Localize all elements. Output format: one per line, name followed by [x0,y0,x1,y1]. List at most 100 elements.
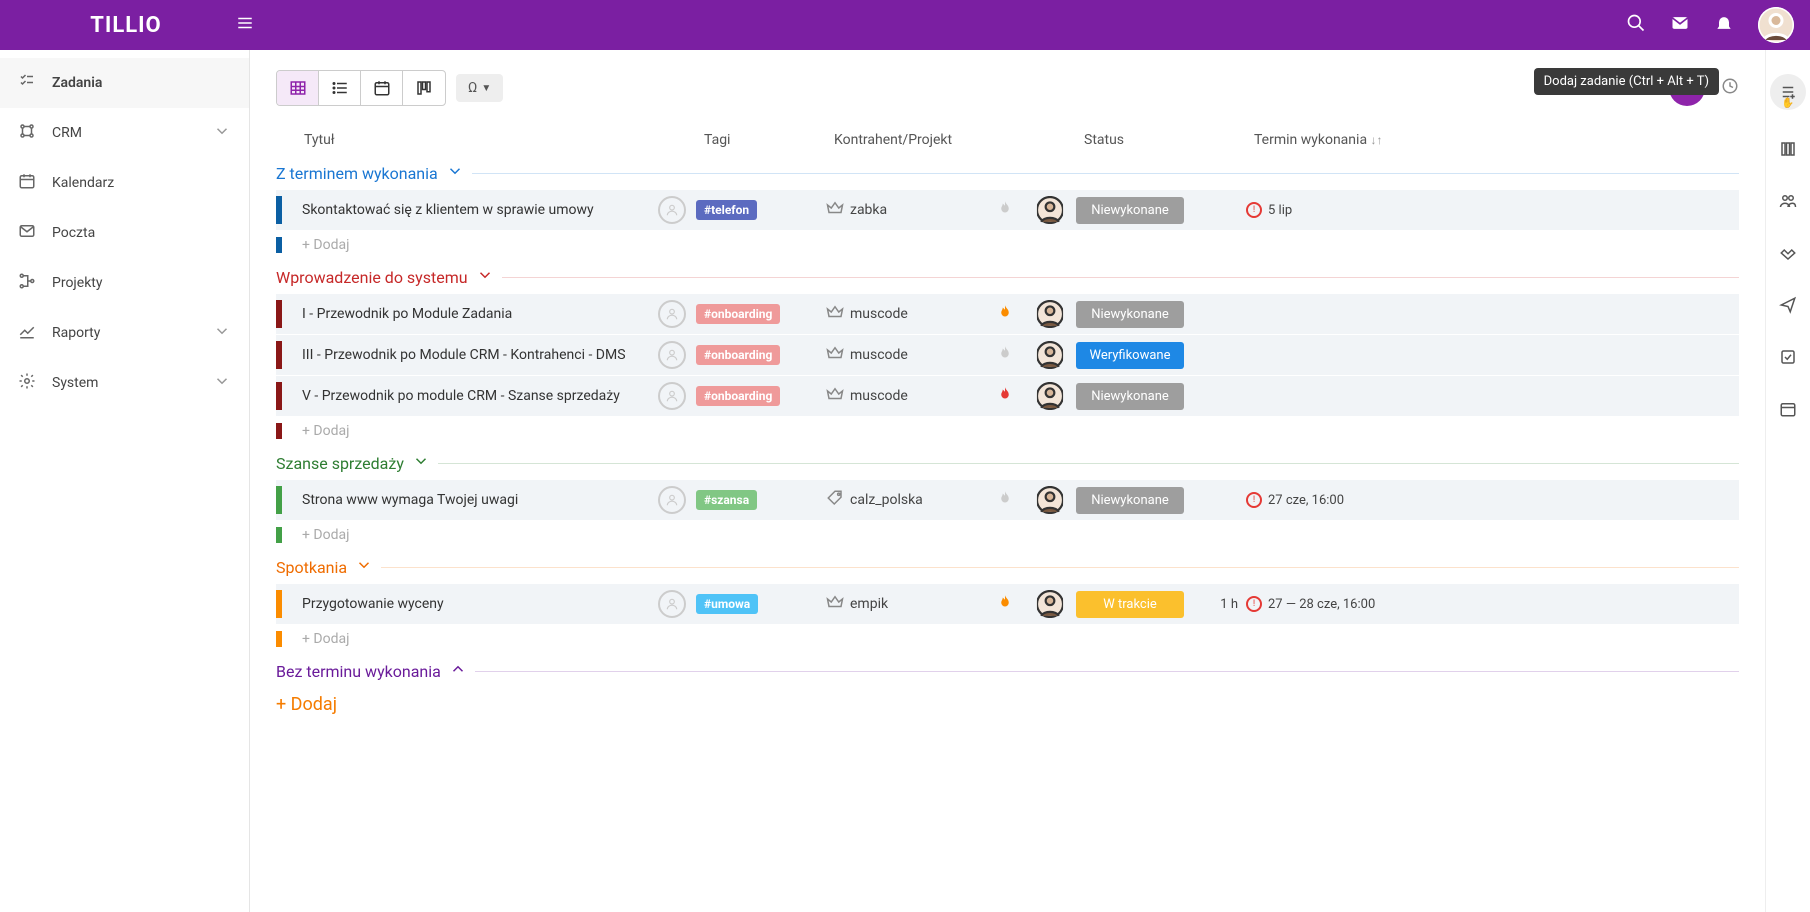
add-task-label: + Dodaj [302,527,696,543]
assignee-avatar[interactable] [1036,300,1064,328]
col-header-due[interactable]: Termin wykonania ↓↑ [1254,132,1719,148]
task-status[interactable]: Niewykonane [1076,197,1184,224]
calendar-icon [18,172,36,194]
group-title: Z terminem wykonania [276,164,438,183]
col-header-tags[interactable]: Tagi [704,132,834,148]
task-row[interactable]: III - Przewodnik po Module CRM - Kontrah… [276,335,1739,376]
group-header[interactable]: Szanse sprzedaży [276,446,1739,480]
task-row[interactable]: Przygotowanie wyceny#umowaempikW trakcie… [276,584,1739,625]
tasks-icon [18,72,36,94]
task-title: Strona www wymaga Twojej uwagi [302,492,518,508]
projects-icon [18,272,36,294]
task-title: Przygotowanie wyceny [302,596,444,612]
task-tag[interactable]: #onboarding [696,304,780,324]
task-row[interactable]: V - Przewodnik po module CRM - Szanse sp… [276,376,1739,417]
task-tag[interactable]: #telefon [696,200,757,220]
add-task-row[interactable]: + Dodaj [276,625,1739,654]
send-icon[interactable] [1779,296,1797,318]
task-tag[interactable]: #onboarding [696,345,780,365]
add-task-label: + Dodaj [302,237,696,253]
person-circle-icon[interactable] [658,300,686,328]
person-circle-icon[interactable] [658,382,686,410]
toolbar: Ω ▼ Dodaj zadanie (Ctrl + Alt + T) + [276,70,1739,106]
sidebar-item-raporty[interactable]: Raporty [0,308,249,358]
view-list-icon[interactable] [319,71,361,105]
person-circle-icon[interactable] [658,196,686,224]
filter-omega-button[interactable]: Ω ▼ [456,74,503,102]
crown-icon [826,344,844,366]
handshake-icon[interactable] [1779,244,1797,266]
library-icon[interactable] [1779,140,1797,162]
group-title: Szanse sprzedaży [276,454,404,473]
view-table-icon[interactable] [277,71,319,105]
contractor-name: muscode [850,347,908,363]
task-title: V - Przewodnik po module CRM - Szanse sp… [302,388,620,404]
settings-icon [18,372,36,394]
mail-icon[interactable] [1670,13,1690,37]
caret-down-icon: ▼ [481,83,491,94]
add-task-row[interactable]: + Dodaj [276,521,1739,550]
view-calendar-icon[interactable] [361,71,403,105]
add-task-row[interactable]: + Dodaj [276,417,1739,446]
fire-icon [996,205,1014,221]
sidebar-item-system[interactable]: System [0,358,249,408]
task-row[interactable]: I - Przewodnik po Module Zadania#onboard… [276,294,1739,335]
calendar-rail-icon[interactable] [1779,400,1797,422]
brand-logo: TILLIO [16,13,236,38]
assignee-avatar[interactable] [1036,590,1064,618]
check-square-icon[interactable] [1779,348,1797,370]
group-header[interactable]: Wprowadzenie do systemu [276,260,1739,294]
sidebar-item-crm[interactable]: CRM [0,108,249,158]
group-header[interactable]: Bez terminu wykonania [276,654,1739,688]
task-tag[interactable]: #onboarding [696,386,780,406]
task-tag[interactable]: #umowa [696,594,758,614]
add-task-rail-icon[interactable]: ✋ [1770,74,1806,110]
assignee-avatar[interactable] [1036,341,1064,369]
person-circle-icon[interactable] [658,341,686,369]
user-avatar[interactable] [1758,7,1794,43]
sidebar-item-zadania[interactable]: Zadania [0,58,249,108]
filter-label: Ω [468,80,477,96]
col-header-status[interactable]: Status [1084,132,1204,148]
group-header[interactable]: Spotkania [276,550,1739,584]
col-header-title[interactable]: Tytuł [304,132,704,148]
person-circle-icon[interactable] [658,590,686,618]
view-kanban-icon[interactable] [403,71,445,105]
people-icon[interactable] [1779,192,1797,214]
group-title: Spotkania [276,558,347,577]
contractor-name: muscode [850,306,908,322]
chevron-up-icon [449,660,467,682]
history-icon[interactable] [1721,77,1739,99]
crown-icon [826,385,844,407]
col-header-contractor[interactable]: Kontrahent/Projekt [834,132,1004,148]
sidebar-item-poczta[interactable]: Poczta [0,208,249,258]
task-status[interactable]: W trakcie [1076,591,1184,618]
tag-icon [826,489,844,511]
task-title: III - Przewodnik po Module CRM - Kontrah… [302,347,626,363]
person-circle-icon[interactable] [658,486,686,514]
sidebar-item-kalendarz[interactable]: Kalendarz [0,158,249,208]
task-row[interactable]: Skontaktować się z klientem w sprawie um… [276,190,1739,231]
task-status[interactable]: Niewykonane [1076,487,1184,514]
task-status[interactable]: Niewykonane [1076,301,1184,328]
task-tag[interactable]: #szansa [696,490,757,510]
add-task-row[interactable]: + Dodaj [276,231,1739,260]
menu-toggle-icon[interactable] [236,14,260,36]
add-task-collapsed[interactable]: + Dodaj [276,688,1739,721]
sidebar-item-projekty[interactable]: Projekty [0,258,249,308]
assignee-avatar[interactable] [1036,196,1064,224]
bell-icon[interactable] [1714,13,1734,37]
sidebar-label: Kalendarz [52,175,231,191]
task-status[interactable]: Niewykonane [1076,383,1184,410]
view-switcher [276,70,446,106]
add-task-label: + Dodaj [302,631,696,647]
task-status[interactable]: Weryfikowane [1076,342,1184,369]
assignee-avatar[interactable] [1036,486,1064,514]
assignee-avatar[interactable] [1036,382,1064,410]
search-icon[interactable] [1626,13,1646,37]
group-header[interactable]: Z terminem wykonania [276,156,1739,190]
sidebar-label: Projekty [52,275,231,291]
chevron-down-icon [355,556,373,578]
sidebar-label: Zadania [52,75,231,91]
task-row[interactable]: Strona www wymaga Twojej uwagi#szansacal… [276,480,1739,521]
